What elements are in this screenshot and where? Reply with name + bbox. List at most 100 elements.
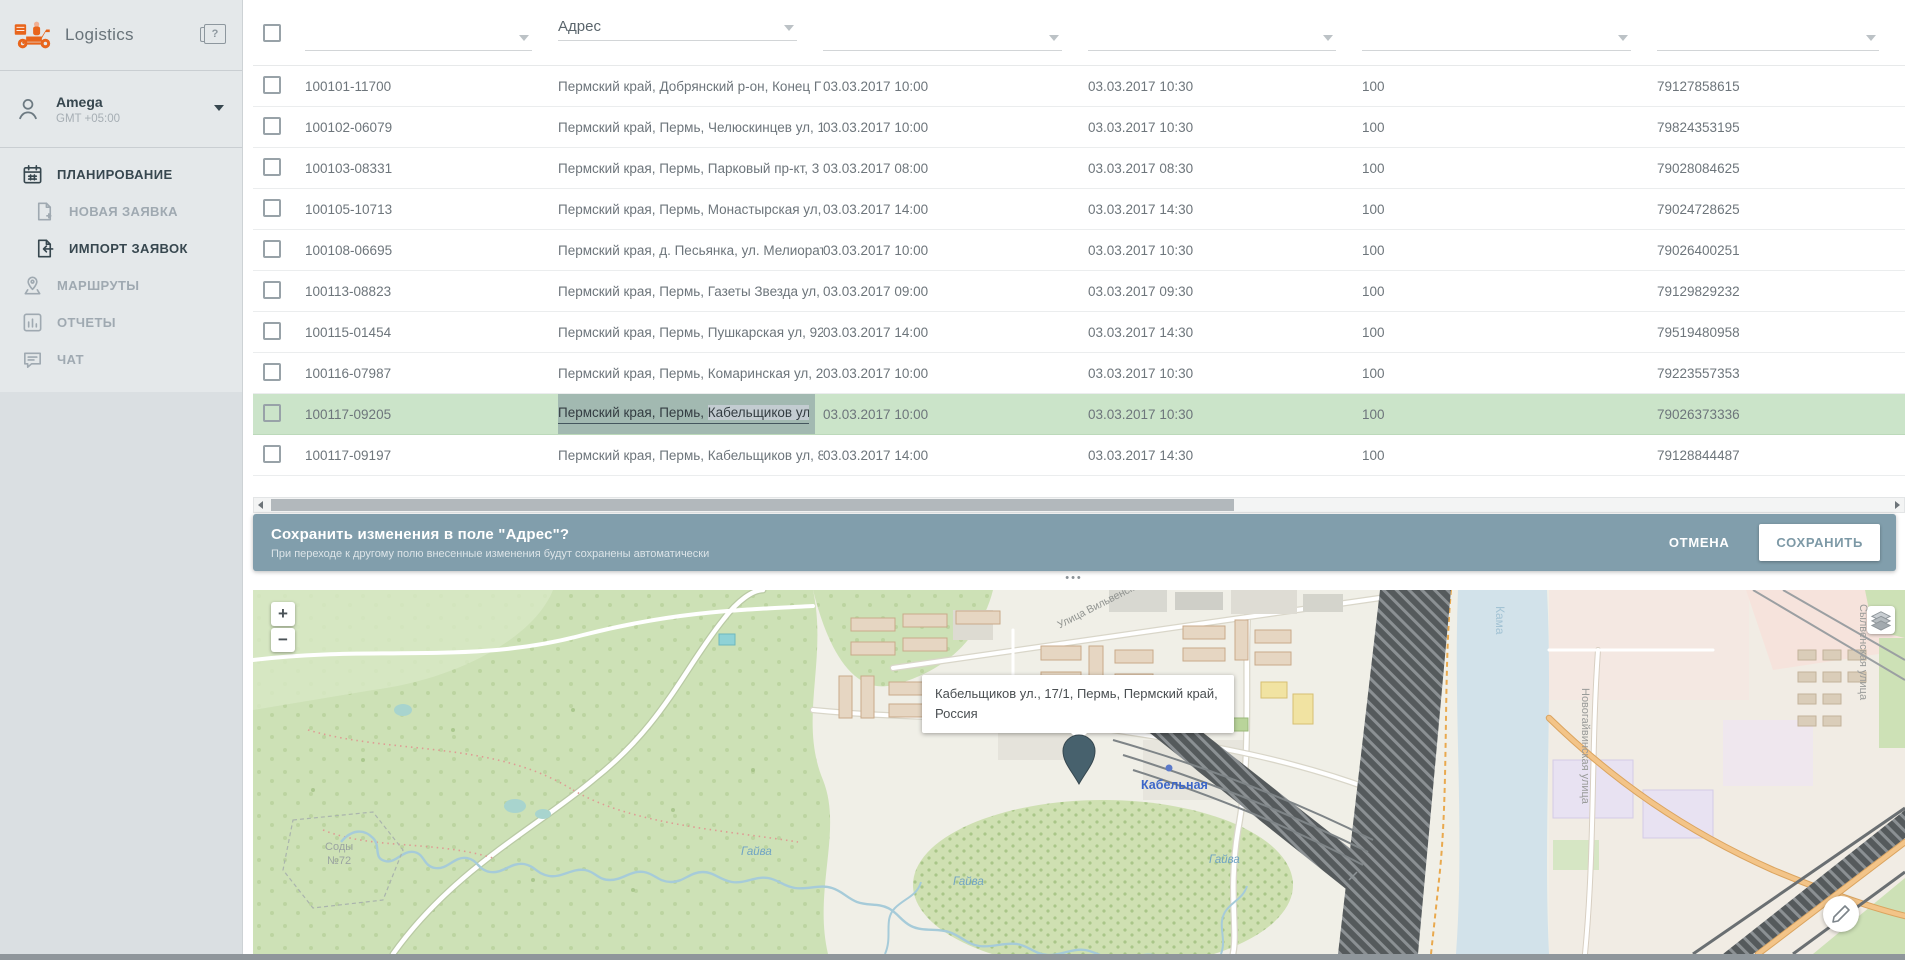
phone-cell[interactable]: 79024728625	[1657, 202, 1905, 217]
help-box-icon[interactable]: ?	[204, 24, 226, 44]
row-checkbox[interactable]	[263, 363, 281, 381]
scroll-right-arrow-icon[interactable]	[1895, 501, 1900, 509]
address-cell[interactable]: Пермский края, Пермь, Пушкарская ул, 92	[558, 312, 823, 352]
table-row[interactable]: 100113-08823Пермский края, Пермь, Газеты…	[253, 271, 1905, 312]
table-row[interactable]: 100117-09205Пермский края, Пермь, Кабель…	[253, 394, 1905, 435]
row-checkbox[interactable]	[263, 445, 281, 463]
phone-cell[interactable]: 79026373336	[1657, 407, 1905, 422]
zoom-in-button[interactable]: +	[271, 602, 295, 626]
sidebar-item-routes[interactable]: МАРШРУТЫ	[0, 267, 242, 304]
order-id-cell[interactable]: 100101-11700	[305, 79, 558, 94]
address-cell[interactable]: Пермский края, Пермь, Кабельщиков ул, 8	[558, 435, 823, 475]
row-checkbox[interactable]	[263, 158, 281, 176]
order-id-cell[interactable]: 100117-09205	[305, 407, 558, 422]
sidebar-item-new-order[interactable]: НОВАЯ ЗАЯВКА	[0, 193, 242, 230]
sidebar-item-chat[interactable]: ЧАТ	[0, 341, 242, 378]
time-from-cell[interactable]: 03.03.2017 10:00	[823, 243, 1088, 258]
address-cell[interactable]: Пермский край, Пермь, Челюскинцев ул, 1	[558, 107, 823, 147]
panel-drag-handle[interactable]: •••	[243, 572, 1905, 584]
time-to-cell[interactable]: 03.03.2017 10:30	[1088, 243, 1362, 258]
qty-cell[interactable]: 100	[1362, 120, 1657, 135]
time-from-cell[interactable]: 03.03.2017 10:00	[823, 407, 1088, 422]
sidebar-item-planning[interactable]: ПЛАНИРОВАНИЕ	[0, 156, 242, 193]
time-to-cell[interactable]: 03.03.2017 14:30	[1088, 202, 1362, 217]
qty-cell[interactable]: 100	[1362, 284, 1657, 299]
address-edit-text[interactable]: Пермский края, Пермь, Кабельщиков ул	[558, 404, 809, 424]
qty-cell[interactable]: 100	[1362, 243, 1657, 258]
filter-select-address[interactable]: Адрес	[558, 11, 797, 41]
table-row[interactable]: 100101-11700Пермский край, Добрянский р-…	[253, 66, 1905, 107]
time-to-cell[interactable]: 03.03.2017 10:30	[1088, 407, 1362, 422]
save-button[interactable]: СОХРАНИТЬ	[1759, 524, 1880, 561]
table-row[interactable]: 100115-01454Пермский края, Пермь, Пушкар…	[253, 312, 1905, 353]
phone-cell[interactable]: 79026400251	[1657, 243, 1905, 258]
time-to-cell[interactable]: 03.03.2017 14:30	[1088, 325, 1362, 340]
row-checkbox[interactable]	[263, 117, 281, 135]
table-row[interactable]: 100117-09197Пермский края, Пермь, Кабель…	[253, 435, 1905, 476]
phone-cell[interactable]: 79519480958	[1657, 325, 1905, 340]
address-cell[interactable]: Пермский края, Пермь, Парковый пр-кт, 3	[558, 148, 823, 188]
address-cell[interactable]: Пермский края, д. Песьянка, ул. Мелиорат	[558, 230, 823, 270]
time-from-cell[interactable]: 03.03.2017 14:00	[823, 325, 1088, 340]
zoom-out-button[interactable]: −	[271, 628, 295, 652]
user-menu[interactable]: Amega GMT +05:00	[0, 71, 242, 148]
order-id-cell[interactable]: 100116-07987	[305, 366, 558, 381]
table-row[interactable]: 100116-07987Пермский края, Пермь, Комари…	[253, 353, 1905, 394]
time-to-cell[interactable]: 03.03.2017 14:30	[1088, 448, 1362, 463]
qty-cell[interactable]: 100	[1362, 366, 1657, 381]
time-to-cell[interactable]: 03.03.2017 09:30	[1088, 284, 1362, 299]
qty-cell[interactable]: 100	[1362, 407, 1657, 422]
order-id-cell[interactable]: 100115-01454	[305, 325, 558, 340]
filter-select-qty[interactable]	[1362, 21, 1631, 51]
qty-cell[interactable]: 100	[1362, 325, 1657, 340]
table-row[interactable]: 100105-10713Пермский края, Пермь, Монаст…	[253, 189, 1905, 230]
phone-cell[interactable]: 79824353195	[1657, 120, 1905, 135]
map-layers-button[interactable]	[1867, 606, 1895, 634]
time-from-cell[interactable]: 03.03.2017 14:00	[823, 448, 1088, 463]
table-row[interactable]: 100102-06079Пермский край, Пермь, Челюск…	[253, 107, 1905, 148]
address-cell[interactable]: Пермский края, Пермь, Газеты Звезда ул,	[558, 271, 823, 311]
time-from-cell[interactable]: 03.03.2017 08:00	[823, 161, 1088, 176]
qty-cell[interactable]: 100	[1362, 79, 1657, 94]
sidebar-item-reports[interactable]: ОТЧЕТЫ	[0, 304, 242, 341]
time-from-cell[interactable]: 03.03.2017 14:00	[823, 202, 1088, 217]
time-to-cell[interactable]: 03.03.2017 08:30	[1088, 161, 1362, 176]
row-checkbox[interactable]	[263, 322, 281, 340]
phone-cell[interactable]: 79028084625	[1657, 161, 1905, 176]
select-all-checkbox[interactable]	[263, 24, 281, 42]
sidebar-item-import[interactable]: ИМПОРТ ЗАЯВОК	[0, 230, 242, 267]
time-from-cell[interactable]: 03.03.2017 10:00	[823, 366, 1088, 381]
address-cell[interactable]: Пермский край, Добрянский р-он, Конец Г	[558, 66, 823, 106]
filter-select-time-to[interactable]	[1088, 21, 1336, 51]
order-id-cell[interactable]: 100102-06079	[305, 120, 558, 135]
table-row[interactable]: 100108-06695Пермский края, д. Песьянка, …	[253, 230, 1905, 271]
phone-cell[interactable]: 79129829232	[1657, 284, 1905, 299]
row-checkbox[interactable]	[263, 404, 281, 422]
qty-cell[interactable]: 100	[1362, 202, 1657, 217]
row-checkbox[interactable]	[263, 76, 281, 94]
time-from-cell[interactable]: 03.03.2017 10:00	[823, 120, 1088, 135]
phone-cell[interactable]: 79223557353	[1657, 366, 1905, 381]
phone-cell[interactable]: 79128844487	[1657, 448, 1905, 463]
cancel-button[interactable]: ОТМЕНА	[1669, 535, 1730, 550]
order-id-cell[interactable]: 100117-09197	[305, 448, 558, 463]
time-to-cell[interactable]: 03.03.2017 10:30	[1088, 120, 1362, 135]
qty-cell[interactable]: 100	[1362, 161, 1657, 176]
order-id-cell[interactable]: 100103-08331	[305, 161, 558, 176]
table-row[interactable]: 100103-08331Пермский края, Пермь, Парков…	[253, 148, 1905, 189]
row-checkbox[interactable]	[263, 199, 281, 217]
address-cell[interactable]: Пермский края, Пермь, Монастырская ул,	[558, 189, 823, 229]
phone-cell[interactable]: 79127858615	[1657, 79, 1905, 94]
address-cell[interactable]: Пермский края, Пермь, Кабельщиков ул	[558, 394, 823, 434]
row-checkbox[interactable]	[263, 240, 281, 258]
horizontal-scrollbar[interactable]	[253, 497, 1905, 513]
time-from-cell[interactable]: 03.03.2017 10:00	[823, 79, 1088, 94]
qty-cell[interactable]: 100	[1362, 448, 1657, 463]
map-marker-icon[interactable]	[1058, 732, 1100, 786]
map[interactable]: Кабельщиков ул., 17/1, Пермь, Пермский к…	[253, 590, 1905, 954]
time-to-cell[interactable]: 03.03.2017 10:30	[1088, 366, 1362, 381]
order-id-cell[interactable]: 100105-10713	[305, 202, 558, 217]
filter-select-id[interactable]	[305, 21, 532, 51]
order-id-cell[interactable]: 100108-06695	[305, 243, 558, 258]
time-from-cell[interactable]: 03.03.2017 09:00	[823, 284, 1088, 299]
